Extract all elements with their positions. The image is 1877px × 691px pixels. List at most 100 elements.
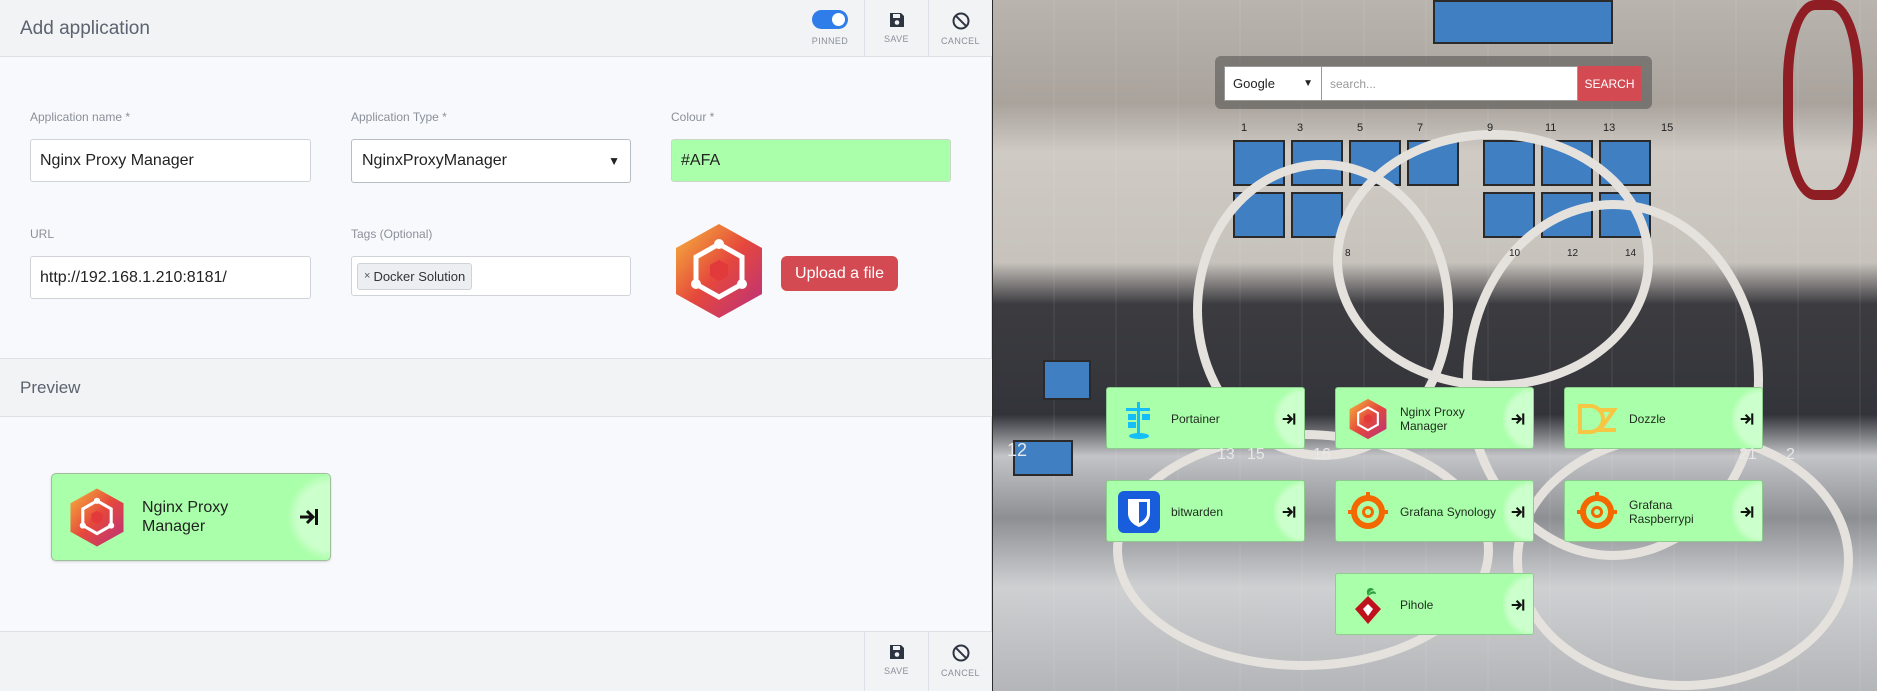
app-tile-name-line1: Nginx Proxy bbox=[1400, 405, 1465, 419]
footer-cancel-button[interactable]: CANCEL bbox=[928, 632, 992, 691]
nginx-proxy-manager-icon bbox=[676, 224, 762, 318]
cancel-label: CANCEL bbox=[941, 36, 980, 46]
dozzle-icon bbox=[1578, 404, 1618, 434]
cable bbox=[1513, 430, 1853, 690]
save-icon bbox=[889, 13, 904, 27]
open-arrow-icon bbox=[1282, 413, 1296, 425]
port-label: 15 bbox=[1247, 446, 1265, 463]
preview-app-card[interactable]: Nginx Proxy Manager bbox=[51, 473, 331, 561]
port-label: 14 bbox=[1625, 248, 1637, 259]
port-label: 8 bbox=[1345, 248, 1351, 259]
footer-save-label: SAVE bbox=[884, 666, 909, 676]
port-label: 12 bbox=[1567, 248, 1579, 259]
save-icon bbox=[889, 645, 904, 659]
colour-label: Colour * bbox=[671, 110, 715, 124]
app-tile-nginx-proxy-manager[interactable]: Nginx Proxy Manager bbox=[1335, 387, 1534, 449]
open-arrow-icon bbox=[1511, 413, 1525, 425]
dashboard-preview: Google ▼ search... SEARCH Portainer Ngin… bbox=[993, 0, 1877, 691]
open-app-button[interactable] bbox=[1732, 388, 1762, 448]
tags-input[interactable]: × Docker Solution bbox=[351, 256, 631, 296]
app-name-label: Application name * bbox=[30, 110, 131, 124]
app-type-select[interactable]: NginxProxyManager ▼ bbox=[351, 139, 631, 183]
cancel-icon bbox=[952, 644, 969, 662]
editor-header: Add application PINNED SAVE CANCEL bbox=[0, 0, 992, 57]
footer-save-button[interactable]: SAVE bbox=[864, 632, 928, 691]
port-label: 11 bbox=[1545, 122, 1557, 134]
grafana-icon bbox=[1577, 492, 1617, 529]
open-app-button[interactable] bbox=[1503, 574, 1533, 634]
port-label: 3 bbox=[1297, 122, 1304, 134]
app-tile-dozzle[interactable]: Dozzle bbox=[1564, 387, 1763, 449]
search-placeholder: search... bbox=[1330, 76, 1377, 91]
app-tile-name: Dozzle bbox=[1629, 412, 1666, 426]
editor-title: Add application bbox=[20, 18, 150, 39]
app-tile-name-line2: Raspberrypi bbox=[1629, 512, 1694, 527]
app-tile-name: Portainer bbox=[1171, 412, 1220, 426]
chevron-down-icon: ▼ bbox=[608, 154, 620, 168]
editor-footer: SAVE CANCEL bbox=[0, 631, 992, 691]
port-label: 2 bbox=[1786, 446, 1795, 463]
port-label: 9 bbox=[1487, 122, 1494, 134]
bitwarden-icon bbox=[1118, 491, 1160, 533]
open-app-button[interactable] bbox=[1503, 388, 1533, 448]
open-app-button[interactable] bbox=[1274, 481, 1304, 541]
port-label: 15 bbox=[1661, 122, 1674, 134]
open-app-button[interactable] bbox=[1732, 481, 1762, 541]
port-label: 10 bbox=[1509, 248, 1521, 259]
tag-chip-label: Docker Solution bbox=[373, 268, 466, 284]
search-button[interactable]: SEARCH bbox=[1578, 66, 1641, 101]
app-type-label: Application Type * bbox=[351, 110, 447, 124]
port-label: 12 bbox=[1007, 440, 1028, 460]
app-name-input[interactable]: Nginx Proxy Manager bbox=[30, 139, 311, 182]
open-arrow-icon bbox=[1282, 506, 1296, 518]
url-input[interactable]: http://192.168.1.210:8181/ bbox=[30, 256, 311, 299]
cancel-button[interactable]: CANCEL bbox=[928, 0, 992, 57]
pinned-label: PINNED bbox=[811, 36, 849, 46]
portainer-icon bbox=[1126, 402, 1150, 439]
save-button[interactable]: SAVE bbox=[864, 0, 928, 57]
preview-section-header: Preview bbox=[0, 358, 992, 417]
pinned-toggle[interactable]: PINNED bbox=[796, 0, 864, 57]
tag-chip[interactable]: × Docker Solution bbox=[357, 262, 473, 290]
app-type-value: NginxProxyManager bbox=[362, 152, 507, 169]
chevron-down-icon: ▼ bbox=[1303, 78, 1313, 89]
app-tile-name: Pihole bbox=[1400, 598, 1434, 612]
port-label: 5 bbox=[1357, 122, 1364, 134]
app-tile-bitwarden[interactable]: bitwarden bbox=[1106, 480, 1305, 542]
open-arrow-icon bbox=[1740, 506, 1754, 518]
cancel-icon bbox=[952, 12, 969, 30]
rack-port bbox=[1043, 360, 1091, 400]
port-label: 13 bbox=[1217, 446, 1235, 463]
colour-input[interactable]: #AFA bbox=[671, 139, 951, 182]
grafana-icon bbox=[1348, 492, 1388, 529]
preview-title: Preview bbox=[20, 378, 81, 397]
open-arrow-icon bbox=[300, 509, 318, 525]
open-arrow-icon bbox=[1740, 413, 1754, 425]
open-app-button[interactable] bbox=[1503, 481, 1533, 541]
footer-cancel-label: CANCEL bbox=[941, 668, 980, 678]
app-tile-name: Grafana Synology bbox=[1400, 505, 1497, 519]
open-app-button[interactable] bbox=[288, 474, 330, 560]
nginx-proxy-manager-icon bbox=[1349, 398, 1387, 440]
application-editor: Add application PINNED SAVE CANCEL Appli… bbox=[0, 0, 992, 691]
app-tile-name-line1: Grafana bbox=[1629, 498, 1673, 512]
app-tile-grafana-raspberrypi[interactable]: Grafana Raspberrypi bbox=[1564, 480, 1763, 542]
remove-tag-icon[interactable]: × bbox=[364, 270, 370, 282]
upload-file-label: Upload a file bbox=[795, 264, 884, 282]
port-label: 13 bbox=[1603, 122, 1616, 134]
red-cable bbox=[1783, 0, 1863, 200]
app-tile-portainer[interactable]: Portainer bbox=[1106, 387, 1305, 449]
upload-file-button[interactable]: Upload a file bbox=[781, 256, 898, 291]
port-label: 21 bbox=[1739, 446, 1757, 463]
rack-port bbox=[1433, 0, 1613, 44]
app-tile-pihole[interactable]: Pihole bbox=[1335, 573, 1534, 635]
pihole-icon bbox=[1355, 588, 1381, 624]
toggle-switch[interactable] bbox=[812, 10, 848, 29]
preview-card-name-line1: Nginx Proxy bbox=[142, 499, 229, 516]
app-tile-grafana-synology[interactable]: Grafana Synology bbox=[1335, 480, 1534, 542]
search-input[interactable]: search... bbox=[1321, 66, 1578, 101]
url-label: URL bbox=[30, 227, 55, 241]
port-label: 7 bbox=[1417, 122, 1424, 134]
search-engine-select[interactable]: Google ▼ bbox=[1224, 66, 1322, 101]
open-app-button[interactable] bbox=[1274, 388, 1304, 448]
